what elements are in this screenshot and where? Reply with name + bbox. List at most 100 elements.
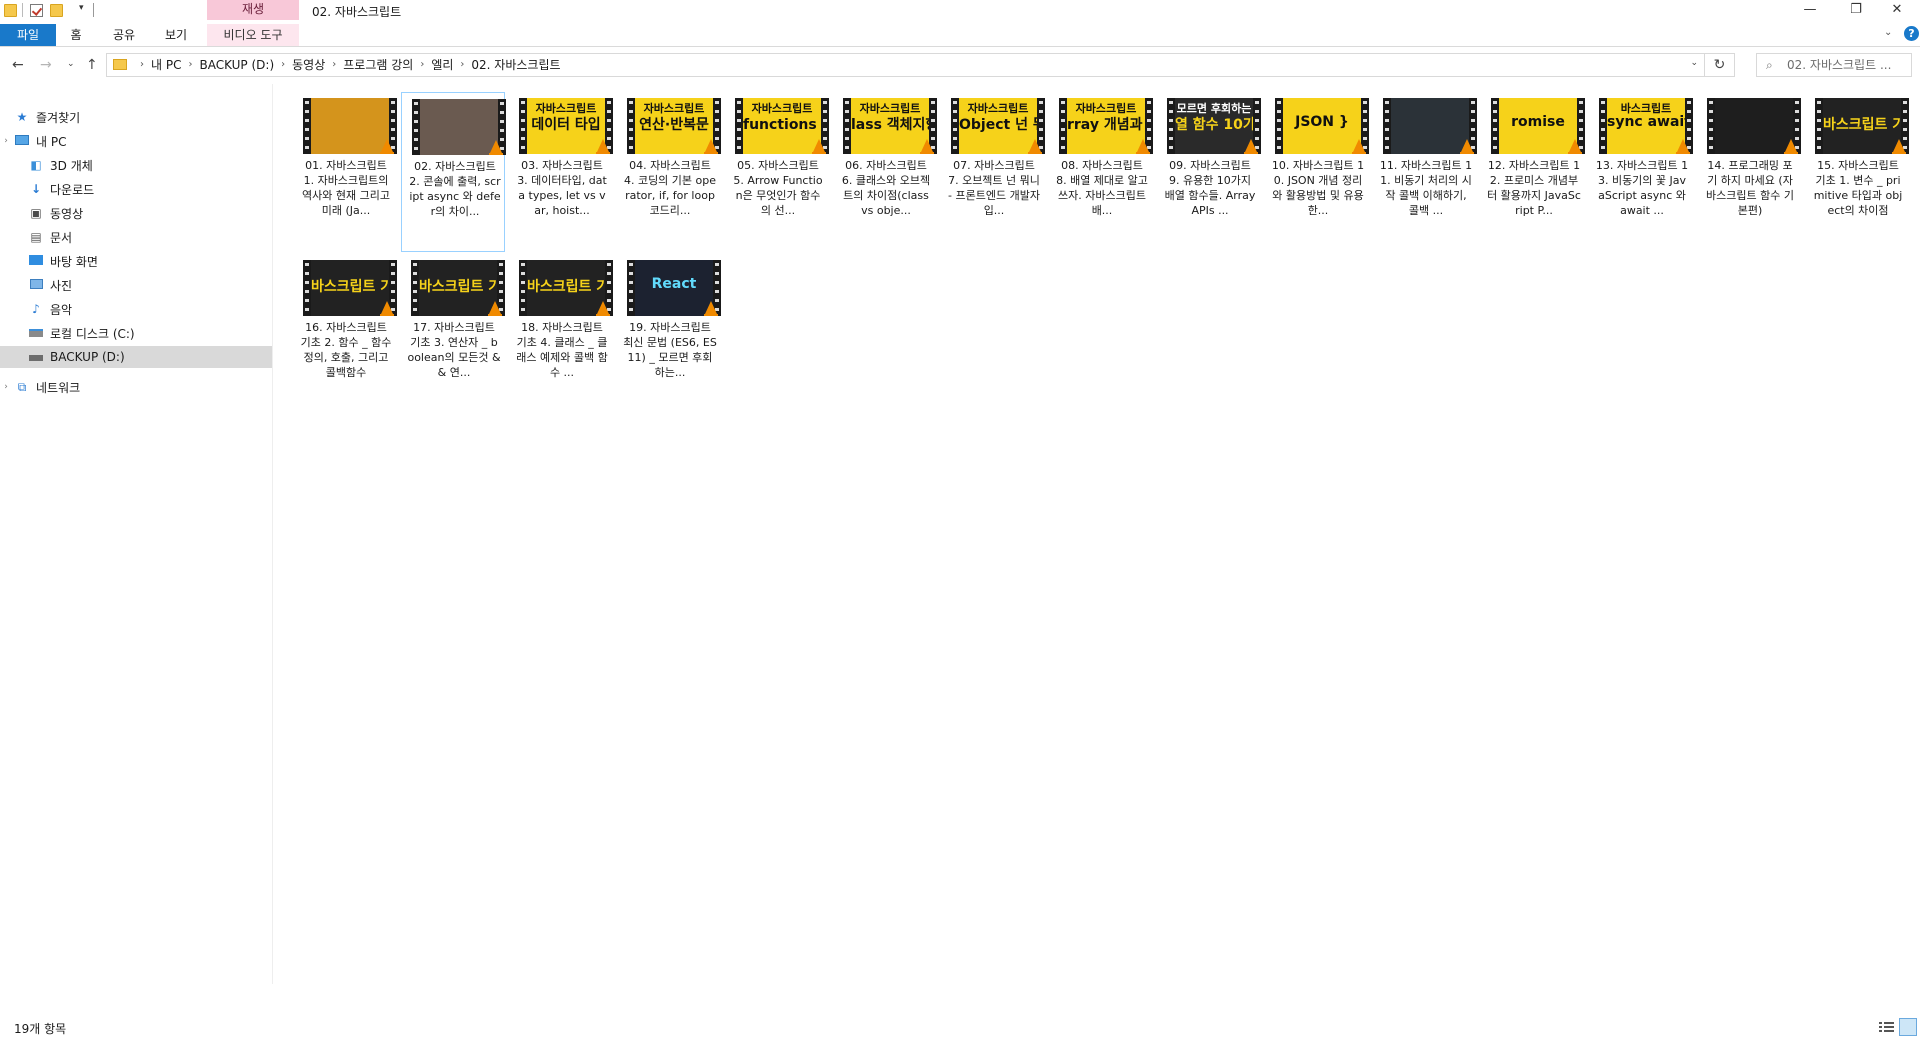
file-item[interactable]: 01. 자바스크립트 1. 자바스크립트의 역사와 현재 그리고 미래 (Ja.… — [293, 92, 397, 252]
divider — [22, 3, 23, 17]
file-item[interactable]: 14. 프로그래밍 포기 하지 마세요 (자바스크립트 함수 기본편) — [1697, 92, 1801, 252]
breadcrumb-this-pc[interactable]: 내 PC — [151, 54, 181, 76]
refresh-button[interactable]: ↻ — [1705, 53, 1735, 77]
nav-item-this-pc[interactable]: › 내 PC — [0, 130, 272, 152]
film-strip — [1815, 98, 1823, 154]
nav-item-documents[interactable]: ▤ 문서 — [14, 226, 272, 248]
chevron-right-icon[interactable]: › — [460, 54, 464, 76]
pane-divider[interactable] — [272, 84, 273, 984]
up-button[interactable]: ↑ — [86, 57, 98, 73]
tab-share[interactable]: 공유 — [104, 24, 144, 46]
large-icons-view-icon[interactable] — [1899, 1018, 1917, 1036]
minimize-button[interactable]: — — [1787, 0, 1833, 22]
address-row: ← → ⌄ ↑ › 내 PC › BACKUP (D:) › 동영상 › 프로그… — [0, 47, 1920, 83]
search-input[interactable]: ⌕ 02. 자바스크립트 ... — [1756, 53, 1912, 77]
nav-item-pictures[interactable]: 사진 — [14, 274, 272, 296]
file-name: 19. 자바스크립트 최신 문법 (ES6, ES11) _ 모르면 후회 하는… — [623, 321, 717, 379]
nav-item-label: 문서 — [50, 230, 73, 245]
file-item[interactable]: JSON } 10. 자바스크립트 10. JSON 개념 정리 와 활용방법 및… — [1265, 92, 1369, 252]
recent-locations-icon[interactable]: ⌄ — [67, 59, 75, 69]
thumbnail-frame: 자바스크립트functions 함수 — [743, 98, 821, 154]
file-item[interactable]: 모르면 후회하는열 함수 10가지09. 자바스크립트 9. 유용한 10가지 … — [1157, 92, 1261, 252]
video-icon: ▣ — [30, 206, 42, 220]
nav-item-label: 사진 — [50, 278, 73, 293]
file-item[interactable]: 자바스크립트lass 객체지향언어06. 자바스크립트 6. 클래스와 오브젝트… — [833, 92, 937, 252]
file-item[interactable]: React 19. 자바스크립트 최신 문법 (ES6, ES11) _ 모르면 … — [617, 254, 721, 414]
video-thumbnail: React — [627, 260, 721, 316]
tab-video-tools[interactable]: 비디오 도구 — [207, 24, 299, 46]
file-item[interactable]: 자바스크립트functions 함수05. 자바스크립트 5. Arrow Fu… — [725, 92, 829, 252]
file-item[interactable]: 바스크립트 기! 16. 자바스크립트 기초 2. 함수 _ 함수 정의, 호출,… — [293, 254, 397, 414]
breadcrumb-backup-drive[interactable]: BACKUP (D:) — [199, 54, 274, 76]
file-item[interactable]: 바스크립트 sync await 13. 자바스크립트 13. 비동기의 꽃 Jav… — [1589, 92, 1693, 252]
context-tab-header: 재생 — [207, 0, 299, 20]
file-item[interactable]: 02. 자바스크립트 2. 콘솔에 출력, script async 와 def… — [401, 92, 506, 252]
breadcrumb-javascript[interactable]: 02. 자바스크립트 — [471, 54, 560, 76]
vlc-cone-icon — [1676, 139, 1690, 154]
forward-button[interactable]: → — [40, 57, 52, 73]
expand-icon[interactable]: › — [0, 382, 12, 392]
video-thumbnail — [303, 98, 397, 154]
breadcrumb-program-lectures[interactable]: 프로그램 강의 — [343, 54, 413, 76]
help-icon[interactable]: ? — [1904, 26, 1919, 41]
thumbnail-frame: 자바스크립트rray 개념과 APIs — [1067, 98, 1145, 154]
file-item[interactable]: romise 12. 자바스크립트 12. 프로미스 개념부터 활용까지 Java… — [1481, 92, 1585, 252]
file-item[interactable]: 자바스크립트 데이터 타입 03. 자바스크립트 3. 데이터타입, data ty… — [509, 92, 613, 252]
nav-item-quick-access[interactable]: ★ 즐겨찾기 — [0, 106, 272, 128]
file-item[interactable]: 11. 자바스크립트 11. 비동기 처리의 시작 콜백 이해하기, 콜백 ..… — [1373, 92, 1477, 252]
film-strip — [1491, 98, 1499, 154]
file-grid: 01. 자바스크립트 1. 자바스크립트의 역사와 현재 그리고 미래 (Ja.… — [283, 92, 1913, 992]
file-name: 02. 자바스크립트 2. 콘솔에 출력, script async 와 def… — [409, 160, 501, 218]
thumbnail-frame: 바스크립트 기! — [419, 260, 497, 316]
chevron-down-icon[interactable]: ⌄ — [1884, 27, 1892, 38]
nav-item-backup-d[interactable]: BACKUP (D:) — [0, 346, 272, 368]
close-button[interactable]: ✕ — [1874, 0, 1920, 22]
file-item[interactable]: 자바스크립트rray 개념과 APIs08. 자바스크립트 8. 배열 제대로 … — [1049, 92, 1153, 252]
vlc-cone-icon — [1244, 139, 1258, 154]
nav-item-network[interactable]: › ⧉ 네트워크 — [0, 376, 272, 398]
file-item[interactable]: 자바스크립트Object 넌 뭐니?07. 자바스크립트 7. 오브젝트 넌 뭐… — [941, 92, 1045, 252]
address-bar[interactable]: › 내 PC › BACKUP (D:) › 동영상 › 프로그램 강의 › 엘… — [106, 53, 1705, 77]
file-item[interactable]: 바스크립트 기! 18. 자바스크립트 기초 4. 클래스 _ 클래스 예제와 콜… — [509, 254, 613, 414]
thumbnail-frame — [420, 99, 498, 155]
thumbnail-headline: 바스크립트 기! — [311, 279, 389, 295]
details-view-icon[interactable] — [1879, 1021, 1894, 1034]
new-folder-icon[interactable] — [50, 4, 63, 17]
breadcrumb-ellie[interactable]: 엘리 — [431, 54, 453, 76]
quick-access-dropdown-icon[interactable]: ▾ — [79, 3, 84, 13]
chevron-right-icon[interactable]: › — [420, 54, 424, 76]
file-item[interactable]: 자바스크립트 연산·반복문 04. 자바스크립트 4. 코딩의 기본 operato… — [617, 92, 721, 252]
tab-file[interactable]: 파일 — [0, 24, 56, 46]
tab-home[interactable]: 홈 — [60, 24, 92, 46]
nav-item-videos[interactable]: ▣ 동영상 — [14, 202, 272, 224]
breadcrumb-videos[interactable]: 동영상 — [292, 54, 325, 76]
file-item[interactable]: 바스크립트 기! 15. 자바스크립트 기초 1. 변수 _ primitive … — [1805, 92, 1909, 252]
file-item[interactable]: 바스크립트 기! 17. 자바스크립트 기초 3. 연산자 _ boolean의 … — [401, 254, 505, 414]
vlc-cone-icon — [704, 139, 718, 154]
vlc-cone-icon — [596, 139, 610, 154]
chevron-right-icon[interactable]: › — [332, 54, 336, 76]
video-thumbnail: 자바스크립트 데이터 타입 — [519, 98, 613, 154]
back-button[interactable]: ← — [12, 57, 24, 73]
film-strip — [951, 98, 959, 154]
cube-icon: ◧ — [30, 158, 42, 172]
film-strip — [1275, 98, 1283, 154]
nav-item-local-disk-c[interactable]: 로컬 디스크 (C:) — [14, 322, 272, 344]
expand-icon[interactable]: › — [0, 136, 12, 146]
chevron-right-icon[interactable]: › — [188, 54, 192, 76]
nav-item-music[interactable]: ♪ 음악 — [14, 298, 272, 320]
thumbnail-headline: JSON } — [1295, 114, 1349, 130]
chevron-down-icon[interactable]: ⌄ — [1690, 58, 1698, 68]
video-thumbnail — [1383, 98, 1477, 154]
thumbnail-frame: 바스크립트 기! — [527, 260, 605, 316]
maximize-button[interactable]: ❐ — [1833, 0, 1879, 22]
tab-view[interactable]: 보기 — [156, 24, 196, 46]
nav-item-desktop[interactable]: 바탕 화면 — [14, 250, 272, 272]
properties-icon[interactable] — [30, 4, 43, 17]
nav-item-label: 3D 개체 — [50, 158, 93, 173]
nav-item-3d-objects[interactable]: ◧ 3D 개체 — [14, 154, 272, 176]
video-thumbnail: 바스크립트 기! — [1815, 98, 1909, 154]
file-name: 14. 프로그래밍 포기 하지 마세요 (자바스크립트 함수 기본편) — [1706, 159, 1794, 217]
chevron-right-icon[interactable]: › — [281, 54, 285, 76]
nav-item-downloads[interactable]: ↓ 다운로드 — [14, 178, 272, 200]
